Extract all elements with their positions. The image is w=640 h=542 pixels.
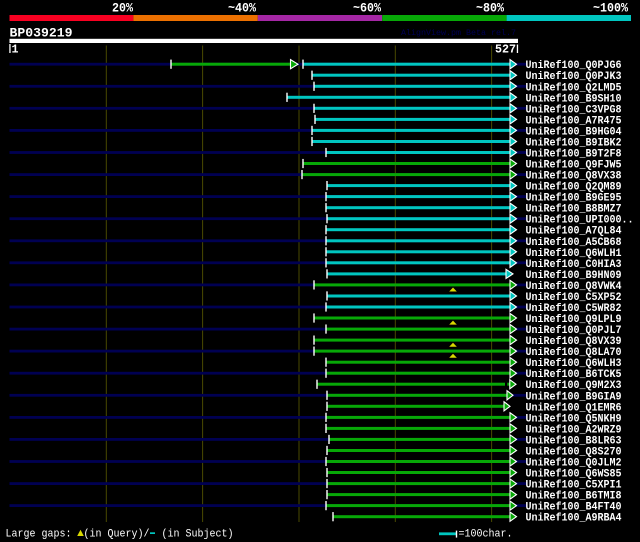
svg-text:UniRef100_A9RBA4: UniRef100_A9RBA4 bbox=[526, 513, 622, 525]
svg-text:(in Subject): (in Subject) bbox=[162, 529, 234, 541]
svg-text:~40%: ~40% bbox=[228, 0, 256, 15]
svg-text:~80%: ~80% bbox=[476, 0, 504, 15]
svg-text:~60%: ~60% bbox=[353, 0, 381, 15]
svg-text:1: 1 bbox=[12, 43, 19, 57]
svg-text:AlignView.pm Beta rel.7: AlignView.pm Beta rel.7 bbox=[401, 28, 516, 38]
svg-text:~100%: ~100% bbox=[593, 0, 628, 15]
svg-text:(in Query)/: (in Query)/ bbox=[84, 529, 150, 541]
svg-text:BP039219: BP039219 bbox=[10, 25, 73, 40]
svg-text:20%: 20% bbox=[112, 0, 133, 15]
svg-text:Large gaps:: Large gaps: bbox=[6, 529, 72, 541]
svg-text:=100char.: =100char. bbox=[459, 529, 513, 541]
svg-text:527: 527 bbox=[495, 43, 516, 57]
